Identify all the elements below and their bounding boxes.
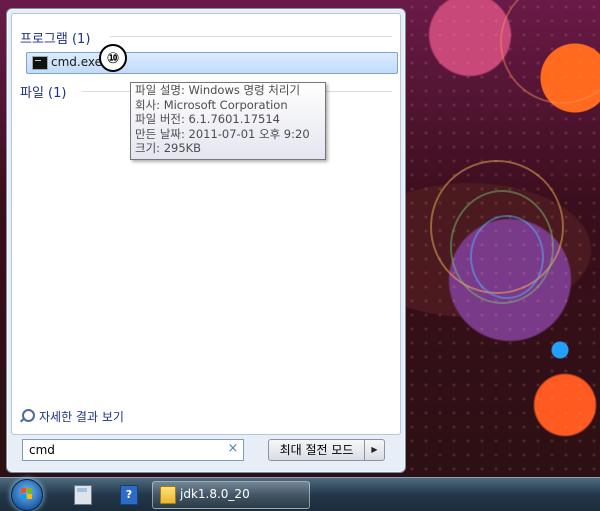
tooltip-line-size: 크기: 295KB xyxy=(135,141,202,155)
windows-flag-icon xyxy=(21,488,33,500)
file-info-tooltip: 파일 설명: Windows 명령 처리기 회사: Microsoft Corp… xyxy=(130,82,326,160)
tooltip-line-description: 파일 설명: Windows 명령 처리기 xyxy=(135,83,301,97)
calculator-icon[interactable] xyxy=(74,485,92,505)
tooltip-line-version: 파일 버전: 6.1.7601.17514 xyxy=(135,112,280,126)
command-prompt-icon xyxy=(32,56,48,70)
tooltip-line-company: 회사: Microsoft Corporation xyxy=(135,97,288,112)
start-menu: 프로그램 (1) cmd.exe 파일 (1) 자세한 결과 보기 × 최대 절… xyxy=(6,8,406,473)
hibernate-button[interactable]: 최대 절전 모드 xyxy=(268,439,365,461)
see-more-label: 자세한 결과 보기 xyxy=(39,410,124,424)
see-more-results-link[interactable]: 자세한 결과 보기 xyxy=(22,408,124,425)
step-number-badge: ⑩ xyxy=(99,44,127,72)
group-divider xyxy=(110,36,392,37)
search-input[interactable] xyxy=(23,440,223,460)
files-group-header: 파일 (1) xyxy=(20,86,67,101)
tooltip-line-created: 만든 날짜: 2011-07-01 오후 9:20 xyxy=(135,126,310,141)
help-icon[interactable]: ? xyxy=(120,485,138,505)
start-orb-icon xyxy=(11,479,43,511)
program-item-cmd[interactable]: cmd.exe xyxy=(26,52,398,74)
folder-icon xyxy=(160,486,176,504)
programs-group-header: 프로그램 (1) xyxy=(20,32,91,47)
power-options-arrow-icon[interactable]: ▶ xyxy=(364,439,385,461)
search-box[interactable]: × xyxy=(22,439,244,461)
program-item-label: cmd.exe xyxy=(51,55,103,69)
wallpaper-swirl xyxy=(470,215,544,299)
search-results-pane: 프로그램 (1) cmd.exe 파일 (1) 자세한 결과 보기 xyxy=(11,13,401,435)
taskbar-button-jdk-folder[interactable]: jdk1.8.0_20 xyxy=(152,481,310,509)
start-button[interactable] xyxy=(8,477,44,511)
clear-search-icon[interactable]: × xyxy=(226,442,240,456)
taskbar-button-label: jdk1.8.0_20 xyxy=(180,487,250,501)
search-icon xyxy=(22,409,35,422)
